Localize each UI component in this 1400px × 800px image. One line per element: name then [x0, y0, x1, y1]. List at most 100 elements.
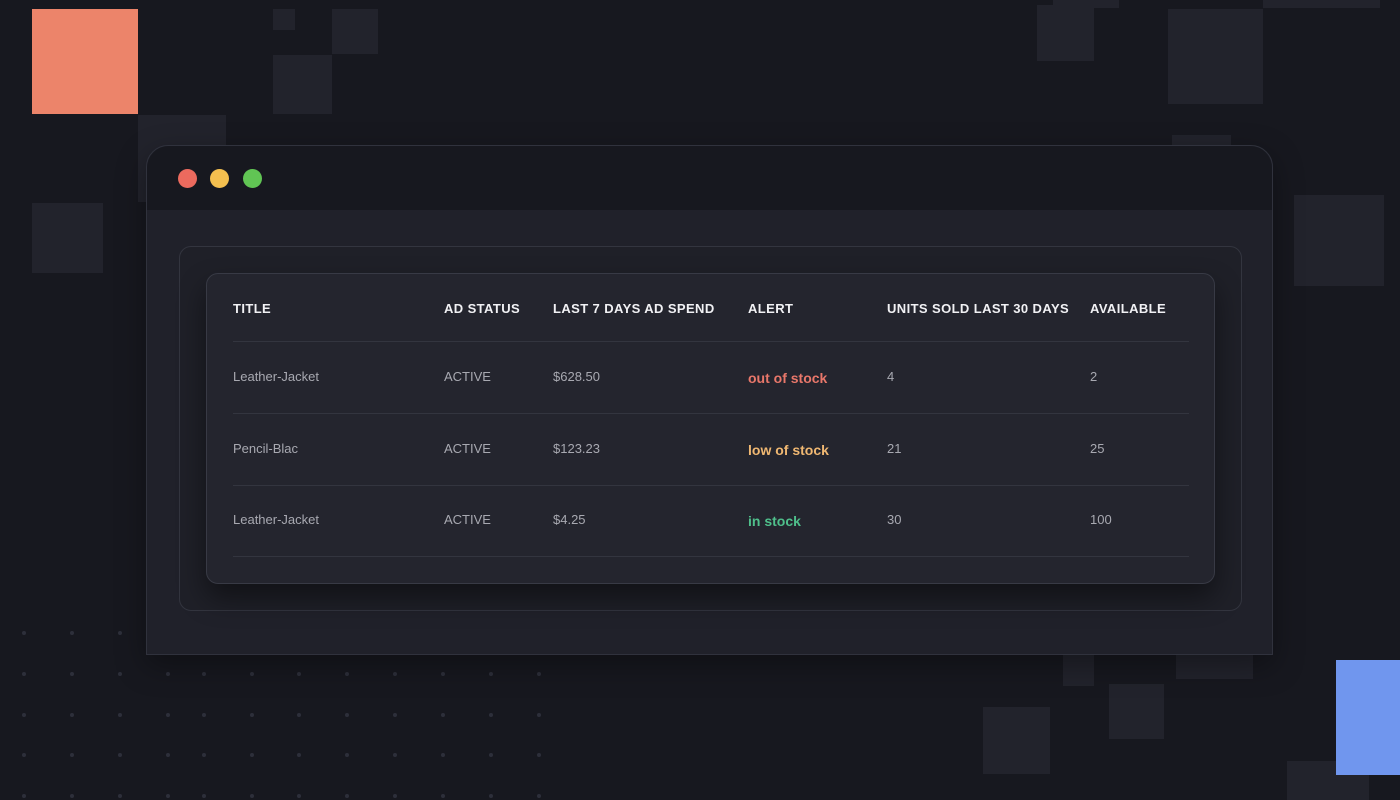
cell-title: Pencil-Blac [233, 440, 299, 456]
decor-dot [250, 794, 254, 798]
decor-dot [393, 794, 397, 798]
decor-dot [297, 672, 301, 676]
decor-dot [22, 753, 26, 757]
decor-dot [202, 753, 206, 757]
decor-square [983, 707, 1050, 774]
column-header-ad-spend[interactable]: LAST 7 DAYS AD SPEND [553, 301, 715, 317]
decor-dot [345, 753, 349, 757]
window-titlebar [147, 146, 1272, 210]
decor-dot [22, 631, 26, 635]
decor-dot [166, 794, 170, 798]
decor-square [1063, 655, 1094, 686]
decor-square [1037, 5, 1094, 61]
decor-dot [250, 713, 254, 717]
decor-dot [441, 753, 445, 757]
decor-dot [297, 794, 301, 798]
window-minimize-button[interactable] [210, 169, 229, 188]
cell-available: 100 [1090, 512, 1112, 527]
column-header-ad-status[interactable]: AD STATUS [444, 301, 520, 317]
decor-square [32, 203, 103, 273]
decor-dot [297, 753, 301, 757]
window-maximize-button[interactable] [243, 169, 262, 188]
decor-dot [345, 672, 349, 676]
decor-square [1168, 9, 1263, 104]
decor-square [273, 55, 332, 114]
cell-ad-status: ACTIVE [444, 512, 491, 527]
decor-dot [118, 794, 122, 798]
decor-square [1294, 195, 1384, 286]
decor-dot [202, 794, 206, 798]
decor-dot [166, 753, 170, 757]
decor-dot [118, 631, 122, 635]
decor-dot [70, 794, 74, 798]
decor-dot [22, 794, 26, 798]
decor-square-orange [32, 9, 138, 114]
decor-dot [166, 672, 170, 676]
decor-dot [118, 672, 122, 676]
decor-dot [166, 713, 170, 717]
cell-units-sold: 30 [887, 512, 902, 527]
cell-ad-spend: $628.50 [553, 369, 600, 384]
decor-dot [489, 794, 493, 798]
decor-dot [118, 753, 122, 757]
column-header-available[interactable]: AVAILABLE [1090, 301, 1166, 317]
decor-dot [489, 713, 493, 717]
window-close-button[interactable] [178, 169, 197, 188]
decor-dot [250, 672, 254, 676]
decor-dot [441, 672, 445, 676]
app-window: TITLE AD STATUS LAST 7 DAYS AD SPEND ALE… [146, 145, 1273, 655]
decor-dot [537, 713, 541, 717]
cell-title: Leather-Jacket [233, 369, 319, 384]
decor-dot [118, 713, 122, 717]
decor-dot [489, 753, 493, 757]
decor-dot [202, 713, 206, 717]
table-container: TITLE AD STATUS LAST 7 DAYS AD SPEND ALE… [179, 246, 1242, 611]
cell-units-sold: 21 [887, 440, 902, 456]
cell-ad-spend: $123.23 [553, 440, 600, 456]
inventory-table: TITLE AD STATUS LAST 7 DAYS AD SPEND ALE… [206, 273, 1215, 584]
cell-ad-spend: $4.25 [553, 512, 586, 527]
column-header-alert[interactable]: ALERT [748, 301, 793, 317]
cell-alert: in stock [748, 513, 801, 529]
cell-ad-status: ACTIVE [444, 440, 491, 456]
decor-square [273, 9, 295, 30]
table-row[interactable]: Pencil-Blac ACTIVE $123.23 low of stock 21 25 [207, 414, 1214, 486]
table-row[interactable]: Leather-Jacket ACTIVE $628.50 out of stock 4… [207, 342, 1214, 414]
decor-square [1263, 0, 1380, 8]
table-row[interactable]: Leather-Jacket ACTIVE $4.25 in stock 30 100 [207, 485, 1214, 557]
decor-dot [70, 753, 74, 757]
cell-alert: out of stock [748, 370, 828, 386]
cell-available: 25 [1090, 440, 1105, 456]
column-header-title[interactable]: TITLE [233, 301, 271, 317]
decor-dot [441, 713, 445, 717]
decor-dot [345, 794, 349, 798]
decor-square [1053, 0, 1119, 8]
decor-dot [537, 794, 541, 798]
decor-square [1176, 655, 1253, 679]
decor-dot [70, 713, 74, 717]
cell-units-sold: 4 [887, 369, 895, 384]
cell-title: Leather-Jacket [233, 512, 319, 527]
decor-dot [441, 794, 445, 798]
row-divider [233, 556, 1189, 557]
decor-dot [489, 672, 493, 676]
decor-dot [537, 753, 541, 757]
decor-dot [537, 672, 541, 676]
decor-dot [22, 713, 26, 717]
decor-square-blue [1336, 660, 1400, 775]
cell-available: 2 [1090, 369, 1098, 384]
column-header-units-sold[interactable]: UNITS SOLD LAST 30 DAYS [887, 301, 1069, 317]
decor-dot [393, 672, 397, 676]
decor-square [1109, 684, 1164, 739]
decor-dot [345, 713, 349, 717]
cell-alert: low of stock [748, 441, 829, 458]
decor-dot [393, 753, 397, 757]
decor-dot [202, 672, 206, 676]
cell-ad-status: ACTIVE [444, 369, 491, 384]
decor-dot [393, 713, 397, 717]
decor-dot [297, 713, 301, 717]
decor-dot [70, 631, 74, 635]
decor-square [332, 9, 378, 54]
decor-dot [250, 753, 254, 757]
decor-dot [70, 672, 74, 676]
